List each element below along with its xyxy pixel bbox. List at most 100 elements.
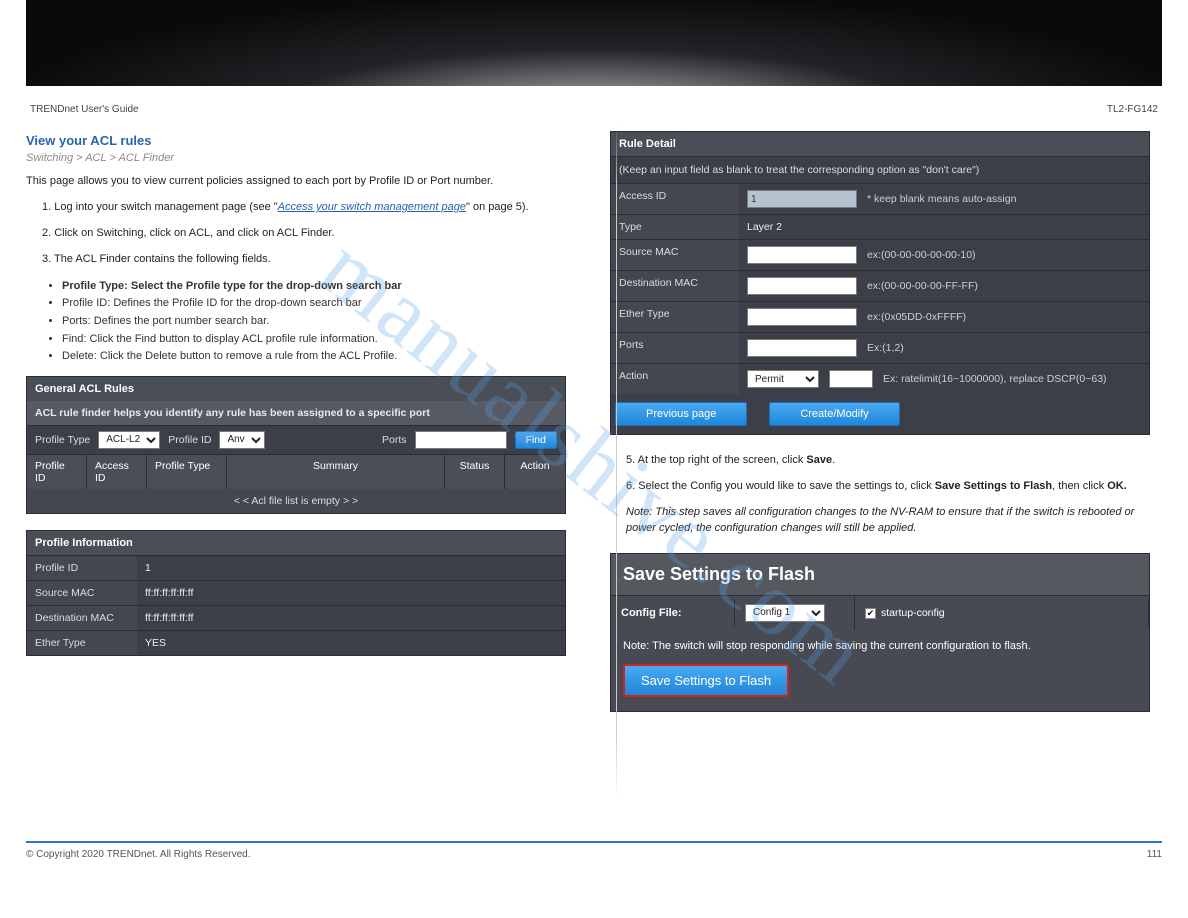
profile-info-title: Profile Information <box>27 531 565 555</box>
profile-row-ethertype: Ether Type YES <box>27 630 565 655</box>
rule-srcmac-note: ex:(00-00-00-00-00-10) <box>867 249 976 261</box>
right-step6-bold2: OK. <box>1107 480 1127 492</box>
config-label: Config File: <box>611 599 735 627</box>
right-step6: 6. Select the Config you would like to s… <box>626 479 1150 495</box>
rule-ports-k: Ports <box>611 333 739 363</box>
left-bullet2-text: Profile ID: Defines the Profile ID for t… <box>62 297 362 309</box>
left-bullet5-text: Delete: Click the Delete button to remov… <box>62 350 397 362</box>
doc-model: TL2-FG142 <box>1107 104 1158 115</box>
profile-srcmac-k: Source MAC <box>27 581 137 605</box>
page-banner <box>26 0 1162 86</box>
rule-dstmac-input[interactable] <box>747 277 857 295</box>
right-step5-b: . <box>832 454 835 466</box>
right-step6-a: 6. Select the Config you would like to s… <box>626 480 935 492</box>
right-step6-b: , then click <box>1052 480 1107 492</box>
save-panel: Save Settings to Flash Config File: Conf… <box>610 553 1150 712</box>
rule-accessid-input[interactable] <box>747 190 857 208</box>
rule-detail-panel: Rule Detail (Keep an input field as blan… <box>610 131 1150 435</box>
profile-id-k: Profile ID <box>27 556 137 580</box>
check-icon: ✔ <box>865 608 876 619</box>
config-select[interactable]: Config 1 <box>745 604 825 622</box>
save-panel-note: Note: The switch will stop responding wh… <box>611 630 1149 664</box>
left-bullet4: Find: Click the Find button to display A… <box>62 331 566 349</box>
profile-type-select[interactable]: ACL-L2 <box>98 431 160 449</box>
rule-detail-title: Rule Detail <box>611 132 1149 156</box>
acl-rules-subtitle: ACL rule finder helps you identify any r… <box>27 401 565 425</box>
ports-label: Ports <box>382 434 407 446</box>
rule-type-v: Layer 2 <box>747 221 782 233</box>
left-step2: 2. Click on Switching, click on ACL, and… <box>42 226 566 242</box>
rule-action-k: Action <box>611 364 739 394</box>
rule-action-select[interactable]: Permit <box>747 370 819 388</box>
rule-ports-input[interactable] <box>747 339 857 357</box>
rule-ethertype-input[interactable] <box>747 308 857 326</box>
rule-row-ports: Ports Ex:(1,2) <box>611 332 1149 363</box>
rule-row-type: Type Layer 2 <box>611 214 1149 239</box>
hdr-profile-id: Profile ID <box>27 455 87 489</box>
rule-row-dstmac: Destination MAC ex:(00-00-00-00-FF-FF) <box>611 270 1149 301</box>
left-bullet1: Profile Type: Select the Profile type fo… <box>62 278 566 296</box>
profile-id-select[interactable]: Anv <box>219 431 265 449</box>
rule-accessid-note: * keep blank means auto-assign <box>867 193 1016 205</box>
profile-ethertype-k: Ether Type <box>27 631 137 655</box>
left-bullet4-text: Find: Click the Find button to display A… <box>62 333 378 345</box>
left-bullet3: Ports: Defines the port number search ba… <box>62 313 566 331</box>
hdr-profile-type: Profile Type <box>147 455 227 489</box>
right-step5-bold: Save <box>806 454 832 466</box>
hdr-status: Status <box>445 455 505 489</box>
right-step5: 5. At the top right of the screen, click… <box>626 453 1150 469</box>
rule-srcmac-k: Source MAC <box>611 240 739 270</box>
left-bullet3-text: Ports: Defines the port number search ba… <box>62 315 269 327</box>
left-step1-link[interactable]: Access your switch management page <box>278 201 466 213</box>
rule-ethertype-k: Ether Type <box>611 302 739 332</box>
right-step6-bold1: Save Settings to Flash <box>935 480 1052 492</box>
find-button[interactable]: Find <box>515 431 557 449</box>
profile-srcmac-v: ff:ff:ff:ff:ff:ff <box>137 581 565 605</box>
rule-row-accessid: Access ID * keep blank means auto-assign <box>611 183 1149 214</box>
left-heading: View your ACL rules <box>26 133 566 148</box>
profile-dstmac-v: ff:ff:ff:ff:ff:ff <box>137 606 565 630</box>
rule-type-k: Type <box>611 215 739 239</box>
profile-id-label: Profile ID <box>168 434 211 446</box>
rule-ethertype-note: ex:(0x05DD-0xFFFF) <box>867 311 966 323</box>
ports-input[interactable] <box>415 431 507 449</box>
profile-info-panel: Profile Information Profile ID 1 Source … <box>26 530 566 656</box>
left-step1-b: " on page 5). <box>466 201 529 213</box>
left-breadcrumb: Switching > ACL > ACL Finder <box>26 152 566 164</box>
rule-row-ethertype: Ether Type ex:(0x05DD-0xFFFF) <box>611 301 1149 332</box>
rule-srcmac-input[interactable] <box>747 246 857 264</box>
save-panel-title: Save Settings to Flash <box>611 554 1149 595</box>
rule-dstmac-note: ex:(00-00-00-00-FF-FF) <box>867 280 978 292</box>
left-intro: This page allows you to view current pol… <box>26 174 566 190</box>
hdr-access-id: Access ID <box>87 455 147 489</box>
left-step1: 1. Log into your switch management page … <box>42 200 566 216</box>
profile-row-srcmac: Source MAC ff:ff:ff:ff:ff:ff <box>27 580 565 605</box>
hdr-action: Action <box>505 455 565 489</box>
left-bullet5: Delete: Click the Delete button to remov… <box>62 348 566 366</box>
rule-accessid-k: Access ID <box>611 184 739 214</box>
profile-ethertype-v: YES <box>137 631 565 655</box>
create-modify-button[interactable]: Create/Modify <box>769 402 899 426</box>
doc-brand: TRENDnet User's Guide <box>30 104 139 115</box>
startup-config-label: startup-config <box>881 607 945 619</box>
acl-rules-title: General ACL Rules <box>27 377 565 401</box>
right-step-note: Note: This step saves all configuration … <box>626 505 1150 537</box>
footer-copyright: © Copyright 2020 TRENDnet. All Rights Re… <box>26 849 251 860</box>
left-bullet1-text: Profile Type: Select the Profile type fo… <box>62 280 402 292</box>
hdr-summary: Summary <box>227 455 445 489</box>
save-settings-button[interactable]: Save Settings to Flash <box>623 664 789 697</box>
profile-row-id: Profile ID 1 <box>27 555 565 580</box>
profile-id-v: 1 <box>137 556 565 580</box>
profile-dstmac-k: Destination MAC <box>27 606 137 630</box>
startup-config-checkbox[interactable]: ✔ startup-config <box>865 607 945 619</box>
acl-empty-row: < < Acl file list is empty > > <box>27 489 565 513</box>
previous-page-button[interactable]: Previous page <box>615 402 747 426</box>
rule-dstmac-k: Destination MAC <box>611 271 739 301</box>
rule-row-srcmac: Source MAC ex:(00-00-00-00-00-10) <box>611 239 1149 270</box>
left-step1-a: 1. Log into your switch management page … <box>42 201 278 213</box>
rule-action-note: Ex: ratelimit(16~1000000), replace DSCP(… <box>883 373 1107 385</box>
rule-action-value-input[interactable] <box>829 370 873 388</box>
left-bullet2: Profile ID: Defines the Profile ID for t… <box>62 295 566 313</box>
rule-ports-note: Ex:(1,2) <box>867 342 904 354</box>
profile-type-label: Profile Type <box>35 434 90 446</box>
